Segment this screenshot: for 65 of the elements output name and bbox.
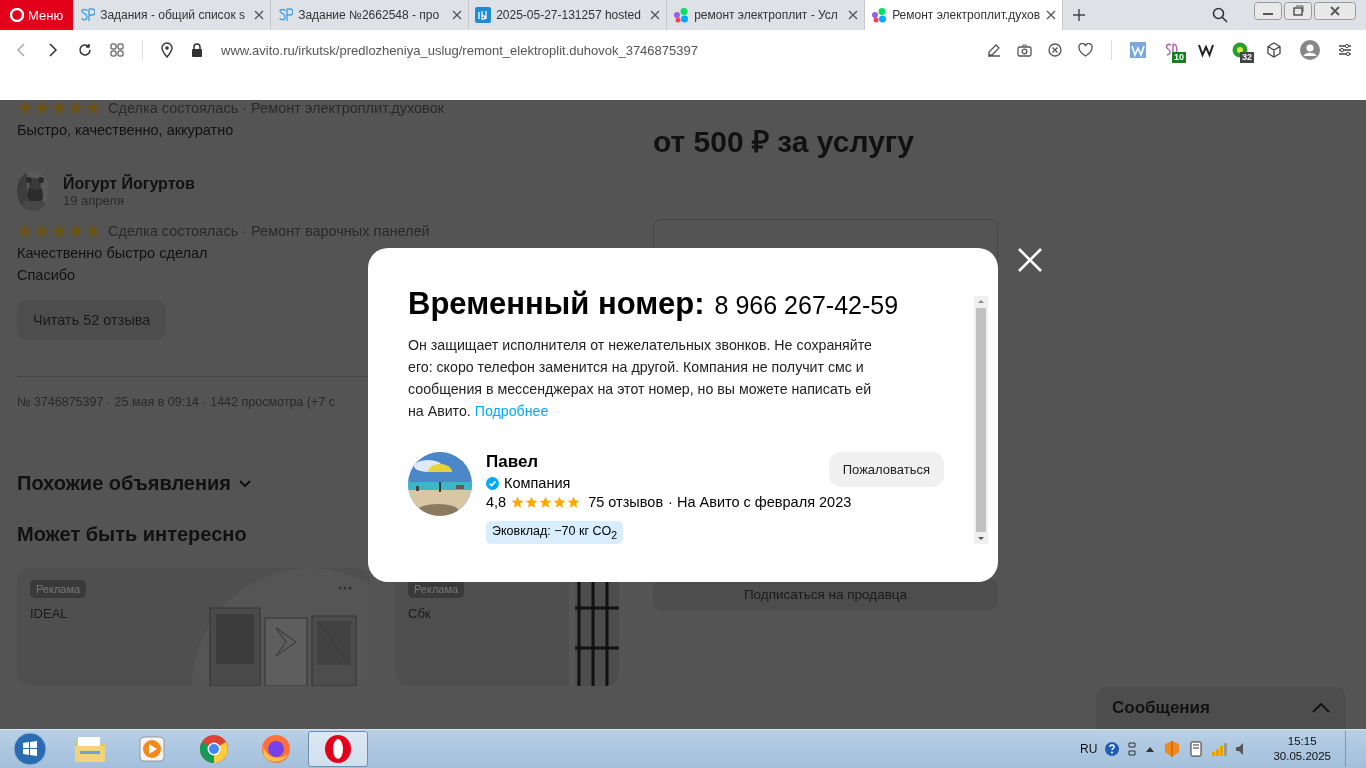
start-orb-icon[interactable] bbox=[13, 732, 47, 766]
sp-favicon bbox=[277, 7, 294, 23]
device-icon[interactable] bbox=[1189, 741, 1204, 757]
lock-icon bbox=[191, 43, 203, 57]
chevron-down-icon[interactable] bbox=[239, 479, 252, 488]
folder-icon[interactable] bbox=[74, 735, 106, 763]
phone-number: 8 966 267-42-59 bbox=[714, 291, 899, 320]
close-icon[interactable] bbox=[452, 10, 463, 20]
colored-dots-favicon bbox=[871, 7, 888, 23]
review-text: Быстро, качественно, аккуратно bbox=[17, 121, 235, 140]
colored-dots-favicon bbox=[673, 7, 690, 23]
count-badge: 32 bbox=[1240, 52, 1254, 63]
close-icon[interactable] bbox=[1046, 10, 1057, 20]
forward-icon[interactable] bbox=[46, 43, 60, 57]
image-host-favicon bbox=[475, 7, 492, 23]
location-pin-icon[interactable] bbox=[161, 42, 173, 58]
close-icon[interactable] bbox=[254, 10, 265, 20]
blocker-icon[interactable] bbox=[1048, 43, 1062, 57]
reload-icon[interactable] bbox=[78, 43, 92, 57]
restore-icon[interactable] bbox=[1284, 2, 1312, 20]
address-field[interactable]: www.avito.ru/irkutsk/predlozheniya_uslug/remont_elektroplit.duhovok_3746875397 bbox=[221, 42, 698, 58]
tray-expand-icon[interactable] bbox=[1145, 745, 1156, 753]
firefox-icon[interactable] bbox=[261, 734, 291, 764]
messages-title: Сообщения bbox=[1112, 698, 1210, 718]
complain-button[interactable]: Пожаловаться bbox=[828, 452, 944, 487]
heart-icon[interactable] bbox=[1078, 43, 1093, 57]
grid-icon[interactable] bbox=[110, 43, 124, 57]
clock[interactable]: 15:15 30.05.2025 bbox=[1273, 734, 1331, 764]
language-indicator[interactable]: RU bbox=[1080, 742, 1098, 756]
scrollbar[interactable] bbox=[974, 296, 988, 544]
profile-icon[interactable] bbox=[1300, 40, 1320, 60]
eco-badge: Эковклад: −70 кг CO$_{2}$ bbox=[486, 521, 623, 544]
seller-since: · На Авито с февраля 2023 bbox=[668, 494, 852, 510]
dialog-text: Он защищает исполнителя от нежелательных звонков. Не сохраняйте его: скоро телефон заменится на другой. Компания не получит смс и сообщения в мессенджерах на этот номер, но вы можете написать ей на Авито. Подробнее bbox=[408, 336, 873, 421]
ad-badge: Реклама bbox=[30, 580, 87, 598]
browser-tab[interactable]: Ремонт электроплит.духов bbox=[865, 0, 1064, 30]
settings-sliders-icon[interactable] bbox=[1338, 43, 1352, 57]
camera-icon[interactable] bbox=[1017, 43, 1032, 57]
seller-type: Компания bbox=[504, 475, 571, 491]
close-icon[interactable] bbox=[650, 10, 661, 20]
review-text: Качественно быстро сделал bbox=[17, 244, 209, 263]
chrome-icon[interactable] bbox=[199, 734, 229, 764]
close-icon[interactable] bbox=[848, 10, 859, 20]
seller-name[interactable]: Павел bbox=[486, 452, 571, 472]
seller-rating: 4,8 bbox=[486, 494, 507, 510]
review-text: Спасибо bbox=[17, 266, 77, 285]
section-heading: Может быть интересно bbox=[17, 523, 247, 546]
opera-icon[interactable] bbox=[323, 734, 353, 764]
search-icon[interactable] bbox=[1212, 7, 1228, 23]
minimize-icon[interactable] bbox=[1254, 2, 1282, 20]
help-icon[interactable] bbox=[1105, 742, 1120, 756]
cube-icon[interactable] bbox=[1266, 42, 1282, 58]
price: от 500 ₽ за услугу bbox=[653, 124, 915, 160]
menu-button[interactable]: Меню bbox=[0, 0, 74, 30]
plus-icon[interactable] bbox=[1073, 9, 1086, 21]
dialog-title: Временный номер: bbox=[408, 286, 705, 322]
sp-favicon bbox=[79, 7, 96, 23]
w-extension-icon[interactable] bbox=[1198, 42, 1214, 58]
opera-logo-icon bbox=[10, 8, 24, 22]
reviews-link[interactable]: 75 отзывов bbox=[588, 494, 664, 510]
taskbar-app[interactable] bbox=[308, 731, 368, 767]
reviewer-name: Йогурт Йогуртов bbox=[63, 174, 195, 193]
edit-icon[interactable] bbox=[987, 43, 1001, 57]
count-badge: 10 bbox=[1172, 52, 1186, 63]
close-window-icon[interactable] bbox=[1314, 2, 1356, 20]
